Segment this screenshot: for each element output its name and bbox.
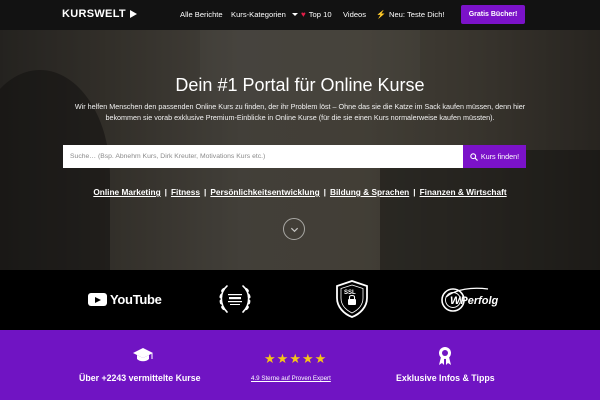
- scroll-down-button[interactable]: [283, 218, 305, 240]
- category-link-finanzen-wirtschaft[interactable]: Finanzen & Wirtschaft: [420, 187, 507, 197]
- nav-item-label: Top 10: [308, 10, 332, 19]
- award-ribbon-icon: [439, 347, 451, 365]
- play-icon: [129, 10, 137, 18]
- ssl-label: SSL: [344, 290, 356, 296]
- nav-item-teste-dich[interactable]: ⚡ Neu: Teste Dich!: [376, 10, 445, 19]
- category-link-persoenlichkeitsentwicklung[interactable]: Persönlichkeitsentwicklung: [210, 187, 319, 197]
- nav-item-videos[interactable]: Videos: [343, 10, 366, 19]
- nav-item-label: Videos: [343, 10, 367, 19]
- laurel-award-icon: [219, 285, 251, 313]
- top-nav: KURSWELT Alle Berichte Kurs-Kategorien ♥…: [0, 0, 600, 30]
- hero-title: Dein #1 Portal für Online Kurse: [175, 75, 425, 95]
- category-link-fitness[interactable]: Fitness: [171, 187, 200, 197]
- star-icon: ★: [276, 351, 289, 366]
- star-icon: ★: [264, 351, 276, 366]
- star-icon: ★: [314, 351, 327, 366]
- search-button-label: Kurs finden!: [480, 152, 520, 161]
- exclusive-info-label: Exklusive Infos & Tipps: [396, 373, 495, 383]
- ssl-shield-badge: SSL: [334, 279, 370, 319]
- shield-icon: [336, 280, 368, 318]
- category-separator: |: [164, 187, 167, 197]
- nav-item-label: Alle Berichte: [180, 10, 223, 19]
- search-button[interactable]: Kurs finden!: [463, 145, 526, 168]
- category-link-bildung-sprachen[interactable]: Bildung & Sprachen: [330, 187, 409, 197]
- category-separator: |: [323, 187, 326, 197]
- heart-icon: ♥: [301, 9, 306, 19]
- youtube-logo-text: YouTube: [110, 292, 162, 307]
- star-icon: ★: [289, 351, 301, 366]
- nav-item-kurs-kategorien[interactable]: Kurs-Kategorien: [231, 10, 298, 19]
- logo-text: KURSWELT: [62, 8, 126, 20]
- wperfolg-text: WPerfolg: [450, 295, 499, 307]
- nav-item-label: Kurs-Kategorien: [231, 10, 286, 19]
- nav-item-label: Neu: Teste Dich!: [388, 10, 445, 19]
- proven-expert-link[interactable]: 4.9 Sterne auf Proven Expert: [251, 375, 331, 382]
- nav-item-alle-berichte[interactable]: Alle Berichte: [180, 10, 223, 19]
- nav-item-top-10[interactable]: ♥ Top 10: [301, 10, 332, 19]
- chevron-down-icon: [290, 227, 298, 232]
- rating-stars: ★ ★ ★ ★ ★: [264, 352, 326, 365]
- category-separator: |: [413, 187, 416, 197]
- youtube-logo: YouTube: [88, 292, 162, 307]
- category-link-online-marketing[interactable]: Online Marketing: [93, 187, 160, 197]
- youtube-play-icon: [88, 293, 107, 306]
- free-books-button[interactable]: Gratis Bücher!: [461, 5, 525, 24]
- category-links: Online Marketing | Fitness | Persönlichkeits…: [0, 187, 600, 197]
- search-input[interactable]: [63, 145, 463, 168]
- wperfolg-logo: WPerfolg: [438, 283, 508, 320]
- chevron-down-icon: [291, 13, 298, 16]
- hero-subtitle: Wir helfen Menschen den passenden Online…: [74, 102, 526, 123]
- graduation-cap-icon: [133, 348, 153, 362]
- search-bar: Kurs finden!: [63, 145, 526, 168]
- hero-section: Dein #1 Portal für Online Kurse Wir helf…: [0, 30, 600, 270]
- star-icon: ★: [301, 351, 314, 366]
- site-logo[interactable]: KURSWELT: [62, 8, 137, 20]
- lightning-icon: ⚡: [376, 9, 386, 19]
- category-separator: |: [204, 187, 207, 197]
- courses-count-label: Über +2243 vermittelte Kurse: [79, 373, 201, 383]
- search-icon: [470, 152, 478, 161]
